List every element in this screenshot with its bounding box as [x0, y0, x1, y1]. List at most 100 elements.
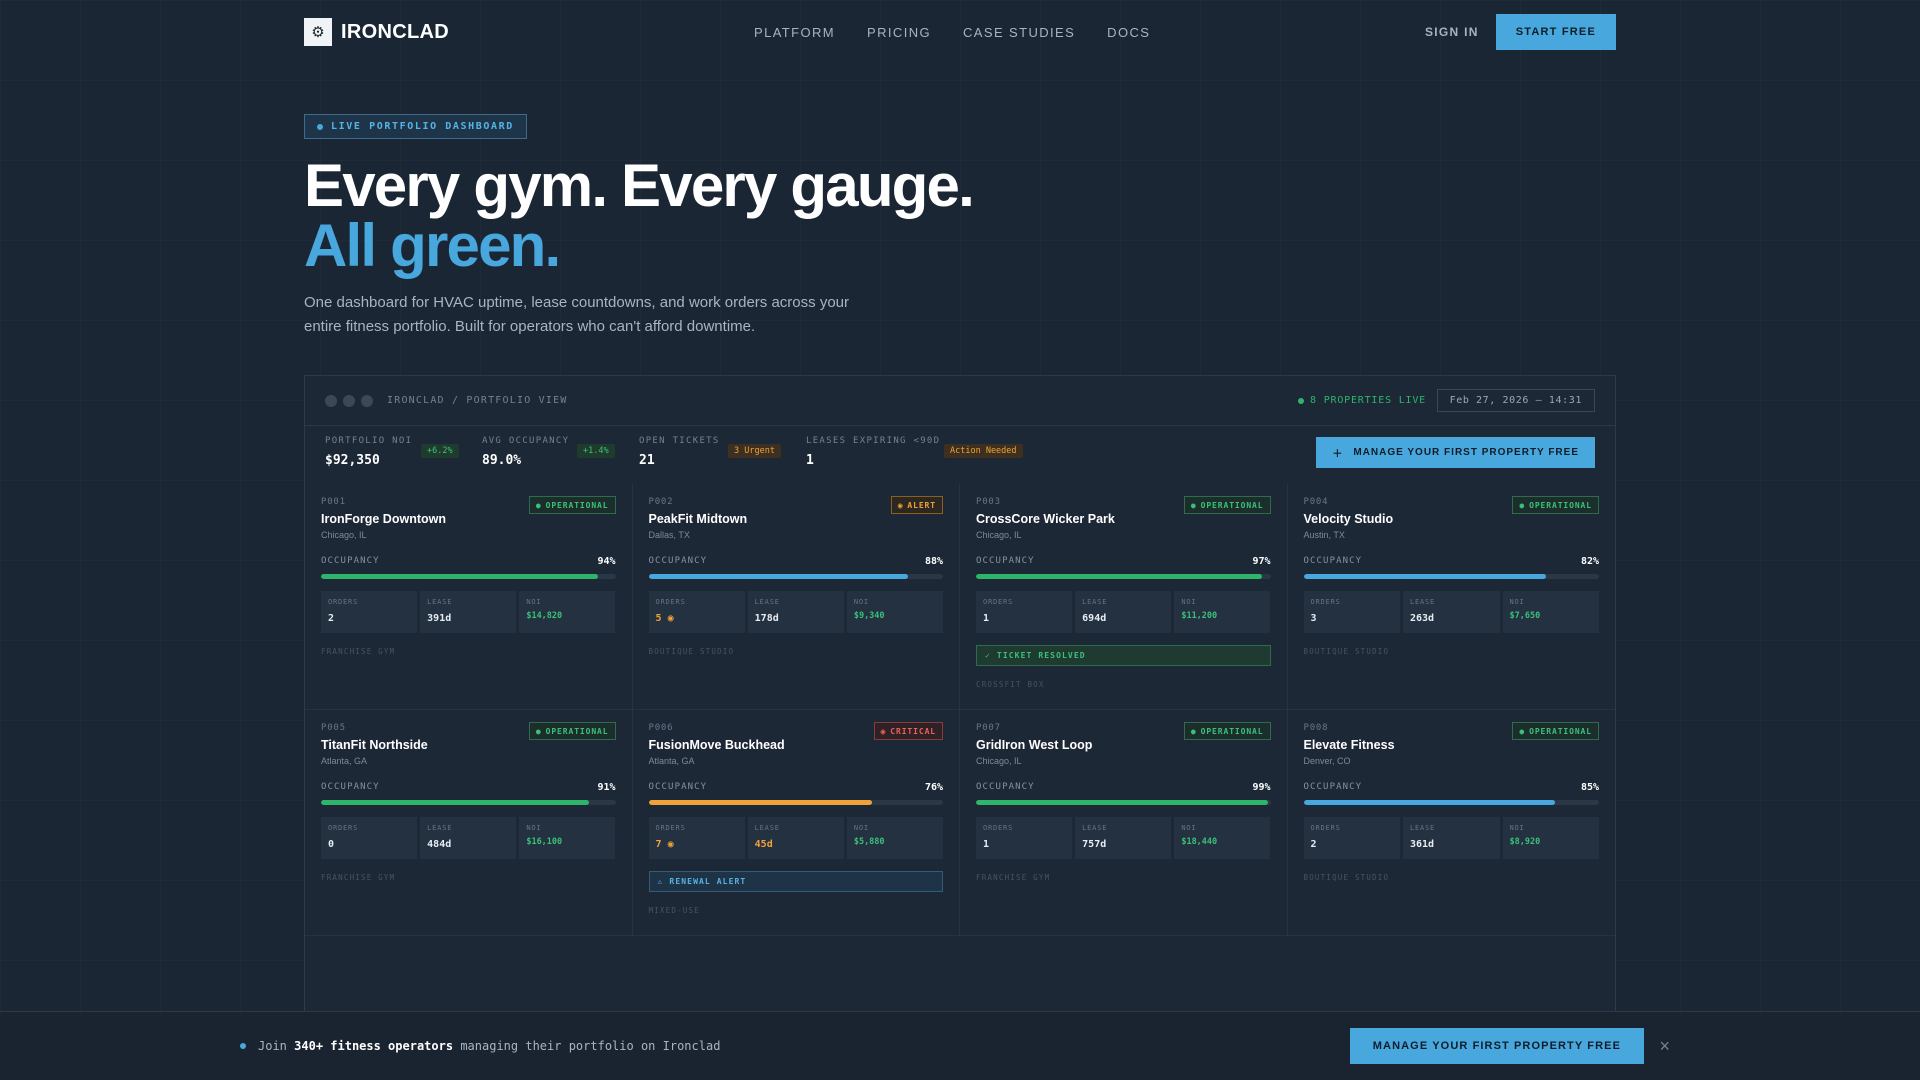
noi-value: $11,200 — [1181, 611, 1218, 621]
metrics-row: ORDERS 2 LEASE 391d NOI $14,820 — [321, 591, 616, 633]
card-note: ✓ TICKET RESOLVED — [976, 645, 1271, 666]
stat-value: 1 — [806, 453, 814, 468]
start-free-button[interactable]: START FREE — [1495, 14, 1616, 50]
nav-link-pricing[interactable]: PRICING — [867, 25, 931, 40]
hero: LIVE PORTFOLIO DASHBOARD Every gym. Ever… — [304, 114, 1204, 339]
status-dot-icon: ● — [1519, 500, 1526, 510]
occupancy-bar — [1303, 574, 1599, 579]
property-card[interactable]: P008 Elevate Fitness Denver, CO ● OPERAT… — [1287, 710, 1615, 936]
nav-link-case-studies[interactable]: CASE STUDIES — [963, 25, 1075, 40]
property-card[interactable]: P004 Velocity Studio Austin, TX ● OPERAT… — [1287, 484, 1615, 710]
property-name: CrossCore Wicker Park — [976, 512, 1115, 526]
status-dot-icon: ◉ — [880, 726, 887, 736]
card-note-label: TICKET RESOLVED — [996, 651, 1086, 660]
property-card[interactable]: P006 FusionMove Buckhead Atlanta, GA ◉ C… — [632, 710, 960, 936]
metric-label: LEASE — [1082, 824, 1108, 832]
property-card[interactable]: P007 GridIron West Loop Chicago, IL ● OP… — [960, 710, 1288, 936]
metric-label: ORDERS — [328, 824, 359, 832]
property-type: FRANCHISE GYM — [321, 647, 396, 656]
property-name: Velocity Studio — [1303, 512, 1394, 526]
live-dashboard-badge: LIVE PORTFOLIO DASHBOARD — [304, 114, 527, 139]
metric-noi: NOI $5,880 — [846, 817, 943, 859]
metric-label: NOI — [1181, 598, 1197, 606]
metrics-row: ORDERS 0 LEASE 484d NOI $16,100 — [321, 817, 616, 859]
logo[interactable]: ⚙ IRONCLAD — [304, 18, 449, 46]
properties-live-label: 8 PROPERTIES LIVE — [1310, 395, 1426, 406]
banner-manage-button[interactable]: MANAGE YOUR FIRST PROPERTY FREE — [1349, 1028, 1644, 1064]
occupancy-value: 88% — [924, 556, 943, 567]
property-cards-grid: P001 IronForge Downtown Chicago, IL ● OP… — [305, 484, 1615, 936]
noi-value: $18,440 — [1181, 837, 1218, 847]
stat-label: LEASES EXPIRING <90D — [806, 436, 941, 446]
property-card[interactable]: P005 TitanFit Northside Atlanta, GA ● OP… — [305, 710, 633, 936]
metric-label: ORDERS — [328, 598, 359, 606]
status-badge: ● OPERATIONAL — [1512, 722, 1599, 740]
metric-value: 2 — [328, 613, 410, 624]
metric-lease: LEASE 391d — [420, 591, 517, 633]
occupancy-label: OCCUPANCY — [1303, 556, 1363, 566]
property-name: PeakFit Midtown — [648, 512, 748, 526]
stat-value: 89.0% — [482, 453, 522, 468]
alert-icon: ◉ — [667, 613, 674, 624]
metrics-row: ORDERS 2 LEASE 361d NOI $8,920 — [1303, 817, 1599, 859]
lease-value: 757d — [1082, 839, 1107, 850]
metric-label: LEASE — [1410, 598, 1436, 606]
metric-label: LEASE — [427, 598, 453, 606]
status-label: OPERATIONAL — [1200, 500, 1264, 510]
property-card[interactable]: P002 PeakFit Midtown Dallas, TX ◉ ALERT … — [632, 484, 960, 710]
property-location: Dallas, TX — [648, 530, 690, 540]
orders-value: 1 — [983, 613, 990, 624]
metric-noi: NOI $7,650 — [1502, 591, 1599, 633]
metric-lease: LEASE 263d — [1403, 591, 1500, 633]
property-location: Chicago, IL — [976, 756, 1022, 766]
stat-avg-occupancy: AVG OCCUPANCY 89.0% — [482, 436, 569, 468]
orders-value: 7 — [655, 839, 662, 850]
live-status-dot-icon — [1298, 397, 1305, 404]
manage-property-button[interactable]: ＋ MANAGE YOUR FIRST PROPERTY FREE — [1316, 437, 1595, 468]
metrics-row: ORDERS 1 LEASE 694d NOI $11,200 — [976, 591, 1271, 633]
metric-noi: NOI $8,920 — [1502, 817, 1599, 859]
window-dot-icon — [325, 394, 337, 407]
metric-label: ORDERS — [655, 824, 686, 832]
occupancy-row: OCCUPANCY 97% — [976, 556, 1271, 567]
nav-link-docs[interactable]: DOCS — [1107, 25, 1150, 40]
signup-banner: Join 340+ fitness operators managing the… — [0, 1011, 1920, 1080]
metric-label: ORDERS — [655, 598, 686, 606]
occupancy-bar — [976, 574, 1271, 579]
action-needed-badge: Action Needed — [944, 444, 1023, 458]
metric-label: NOI — [526, 824, 542, 832]
window-dot-icon — [343, 394, 355, 407]
hero-title: Every gym. Every gauge. — [304, 152, 975, 219]
occupancy-value: 82% — [1580, 556, 1599, 567]
metrics-row: ORDERS 3 LEASE 263d NOI $7,650 — [1303, 591, 1599, 633]
property-location: Denver, CO — [1303, 756, 1351, 766]
nav-link-platform[interactable]: PLATFORM — [754, 25, 835, 40]
sign-in-link[interactable]: SIGN IN — [1425, 25, 1479, 39]
occupancy-value: 97% — [1252, 556, 1271, 567]
nav-links: PLATFORM PRICING CASE STUDIES DOCS — [754, 25, 1150, 40]
portfolio-panel: IRONCLAD / PORTFOLIO VIEW 8 PROPERTIES L… — [304, 375, 1616, 1080]
status-badge: ● OPERATIONAL — [528, 722, 616, 740]
occupancy-row: OCCUPANCY 94% — [321, 556, 616, 567]
metrics-row: ORDERS 5 ◉ LEASE 178d NOI $9,340 — [648, 591, 944, 633]
metric-label: NOI — [1509, 824, 1525, 832]
stat-value: $92,350 — [325, 453, 380, 468]
occupancy-bar-fill — [976, 574, 1262, 579]
close-icon[interactable]: × — [1659, 1036, 1670, 1057]
property-location: Atlanta, GA — [321, 756, 368, 766]
metric-lease: LEASE 178d — [747, 591, 844, 633]
properties-live-indicator: 8 PROPERTIES LIVE — [1298, 395, 1426, 406]
orders-value: 1 — [983, 839, 990, 850]
metric-label: NOI — [853, 598, 869, 606]
occupancy-row: OCCUPANCY 88% — [649, 556, 944, 567]
top-nav: ⚙ IRONCLAD PLATFORM PRICING CASE STUDIES… — [304, 14, 1616, 50]
stat-open-tickets: OPEN TICKETS 21 — [639, 436, 720, 468]
plus-icon: ＋ — [1332, 449, 1344, 460]
metrics-row: ORDERS 1 LEASE 757d NOI $18,440 — [976, 817, 1271, 859]
property-location: Atlanta, GA — [648, 756, 695, 766]
occupancy-bar-fill — [1303, 800, 1555, 805]
orders-value: 2 — [1310, 839, 1317, 850]
property-card[interactable]: P001 IronForge Downtown Chicago, IL ● OP… — [305, 484, 633, 710]
property-card[interactable]: P003 CrossCore Wicker Park Chicago, IL ●… — [960, 484, 1288, 710]
banner-prefix: Join — [258, 1039, 287, 1053]
